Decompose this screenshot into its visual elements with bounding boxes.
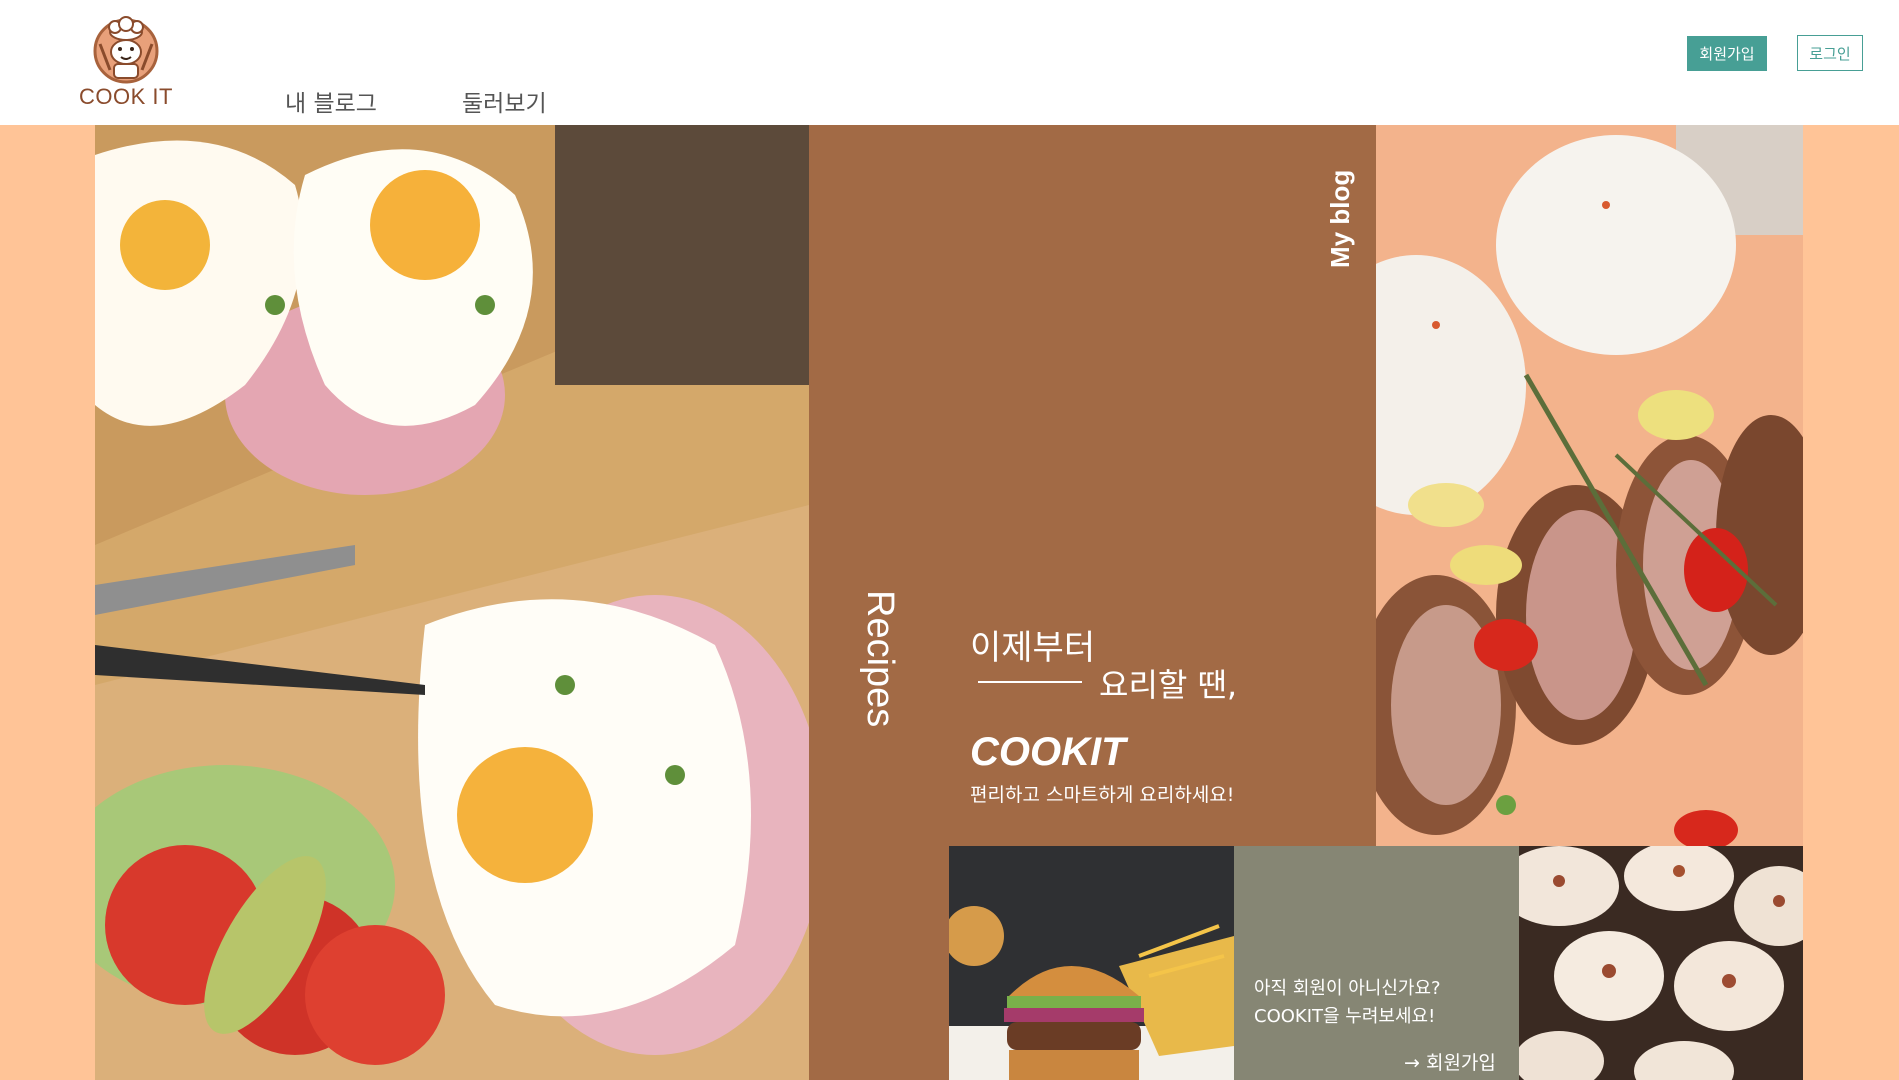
cupcakes-photo bbox=[1519, 846, 1803, 1080]
hero-line-1: 이제부터 bbox=[970, 628, 1096, 668]
cta-message: 아직 회원이 아니신가요? COOKIT을 누려보세요! bbox=[1254, 975, 1441, 1031]
food-photo-illustration bbox=[95, 125, 809, 1080]
logo[interactable]: COOK IT bbox=[78, 14, 174, 114]
hero-brand: COOKIT bbox=[970, 730, 1126, 774]
hero-line-2: 요리할 땐, bbox=[1099, 666, 1238, 704]
signup-cta-panel bbox=[1234, 846, 1519, 1080]
food-photo-illustration bbox=[1376, 125, 1803, 846]
eggs-ham-toast-photo bbox=[95, 125, 809, 1080]
cta-line-1: 아직 회원이 아니신가요? bbox=[1254, 978, 1441, 999]
hero-divider bbox=[978, 681, 1082, 683]
nav-my-blog[interactable]: 내 블로그 bbox=[285, 84, 377, 118]
cta-line-2: COOKIT을 누려보세요! bbox=[1254, 1006, 1436, 1027]
hero-subtitle: 편리하고 스마트하게 요리하세요! bbox=[970, 784, 1235, 806]
logo-text: COOK IT bbox=[79, 84, 173, 109]
cta-signup-link[interactable]: → 회원가입 bbox=[1404, 1048, 1496, 1075]
login-button[interactable]: 로그인 bbox=[1797, 35, 1863, 71]
burger-photo bbox=[949, 846, 1234, 1080]
food-photo-illustration bbox=[949, 846, 1234, 1080]
recipes-label: Recipes bbox=[859, 590, 901, 728]
signup-button[interactable]: 회원가입 bbox=[1687, 36, 1767, 71]
my-blog-label[interactable]: My blog bbox=[1325, 170, 1356, 268]
pork-rice-plate-photo bbox=[1376, 125, 1803, 846]
food-photo-illustration bbox=[1519, 846, 1803, 1080]
site-header: COOK IT 내 블로그 둘러보기 회원가입 로그인 bbox=[0, 0, 1899, 125]
nav-browse[interactable]: 둘러보기 bbox=[462, 84, 547, 118]
chef-icon bbox=[93, 16, 159, 84]
